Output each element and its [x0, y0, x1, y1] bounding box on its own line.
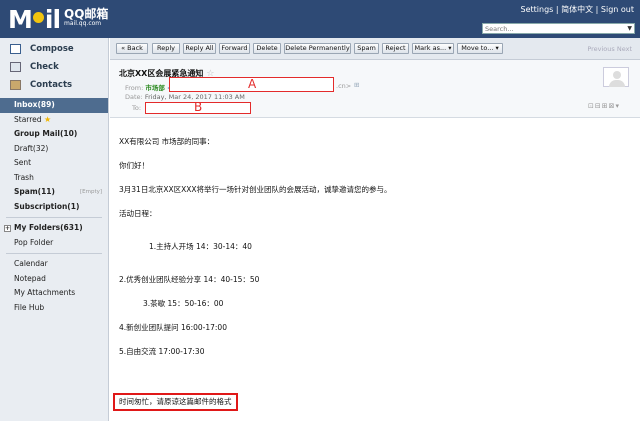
annotation-label-b: B: [194, 100, 203, 114]
contacts-button[interactable]: Contacts: [10, 76, 108, 94]
spam-button[interactable]: Spam: [354, 43, 379, 54]
group-mail-label: Group Mail(10): [14, 129, 78, 138]
search-dropdown-icon[interactable]: ▼: [627, 25, 632, 32]
logo-il: il: [44, 4, 61, 34]
date-row: Date: Friday, Mar 24, 2017 11:03 AM: [125, 93, 245, 101]
sidebar-item-starred[interactable]: Starred ★: [0, 113, 108, 128]
file-hub-label: File Hub: [14, 302, 45, 312]
sidebar: Compose Check Contacts Inbox(89) Starred…: [0, 38, 109, 421]
sidebar-actions: Compose Check Contacts: [0, 38, 108, 94]
check-icon: [10, 62, 21, 72]
top-header: M il QQ邮箱 mail.qq.com Settings | 简体中文 | …: [0, 0, 640, 38]
mark-as-dropdown[interactable]: Mark as... ▾: [412, 43, 454, 54]
body-greeting: 你们好！: [119, 161, 149, 170]
sidebar-item-sent[interactable]: Sent: [0, 156, 108, 171]
qq-mail-logo[interactable]: M il QQ邮箱 mail.qq.com: [8, 4, 109, 34]
logo-subtitle: QQ邮箱 mail.qq.com: [64, 7, 109, 29]
language-link[interactable]: 简体中文: [561, 5, 593, 14]
my-folders-label: My Folders(631): [14, 223, 83, 232]
sidebar-item-group-mail[interactable]: Group Mail(10): [0, 127, 108, 142]
format-note: 时间匆忙，请原谅这篇邮件的格式: [113, 393, 238, 411]
folder-list: Inbox(89) Starred ★ Group Mail(10) Draft…: [0, 98, 108, 315]
body-schedule-item: 5.自由交流 17:00-17:30: [119, 347, 205, 356]
back-button[interactable]: « Back: [116, 43, 148, 54]
annotation-label-a: A: [248, 77, 257, 91]
expand-toggle-icon[interactable]: +: [4, 225, 11, 232]
search-box[interactable]: ▼: [482, 23, 635, 34]
sidebar-item-spam[interactable]: Spam(11) [Empty]: [0, 185, 108, 200]
header-tool-icons[interactable]: ⊡⊟⊞⊠▾: [588, 102, 620, 110]
reply-all-button[interactable]: Reply All: [183, 43, 216, 54]
sidebar-item-my-folders[interactable]: + My Folders(631): [0, 221, 108, 236]
mail-header: 北京XX区会展紧急通知☆ From: 市场部 < A .cn> ⊞ Date: …: [110, 60, 640, 118]
settings-link[interactable]: Settings: [521, 5, 554, 14]
compose-icon: [10, 44, 21, 54]
trash-label: Trash: [14, 172, 34, 182]
body-greeting-to: XX有限公司 市场部的同事：: [119, 137, 215, 146]
from-row: From: 市场部 <: [125, 82, 172, 92]
from-label: From:: [125, 84, 144, 92]
calendar-label: Calendar: [14, 259, 48, 268]
body-schedule-item: 4.新创业团队提问 16:00-17:00: [119, 323, 227, 332]
sign-out-link[interactable]: Sign out: [601, 5, 634, 14]
logo-m: M: [8, 4, 33, 34]
search-input[interactable]: [485, 24, 625, 33]
compose-label: Compose: [30, 44, 74, 54]
spam-label: Spam(11): [14, 187, 55, 196]
compose-button[interactable]: Compose: [10, 40, 108, 58]
body-schedule-item: 1.主持人开场 14：30-14：40: [149, 242, 252, 251]
mail-body: XX有限公司 市场部的同事： 你们好！ 3月31日北京XX区XXX将举行一场针对…: [110, 118, 640, 421]
delete-button[interactable]: Delete: [253, 43, 281, 54]
sender-avatar: [603, 67, 629, 87]
sidebar-item-attachments[interactable]: My Attachments: [0, 286, 108, 301]
top-links: Settings | 简体中文 | Sign out: [520, 5, 634, 14]
body-schedule-title: 活动日程：: [119, 209, 157, 218]
notepad-label: Notepad: [14, 273, 46, 283]
logo-dot-icon: [32, 11, 44, 23]
body-schedule-item: 3.茶歇 15：50-16：00: [143, 299, 224, 308]
sidebar-divider: [6, 253, 102, 254]
sidebar-item-file-hub[interactable]: File Hub: [0, 301, 108, 316]
draft-label: Draft(32): [14, 143, 49, 153]
pop-folder-label: Pop Folder: [14, 237, 54, 247]
empty-spam-link[interactable]: [Empty]: [80, 185, 102, 200]
sidebar-item-pop-folder[interactable]: Pop Folder: [0, 236, 108, 251]
check-label: Check: [30, 62, 59, 72]
date-label: Date:: [125, 93, 143, 101]
sidebar-item-trash[interactable]: Trash: [0, 171, 108, 186]
forward-button[interactable]: Forward: [219, 43, 250, 54]
sidebar-divider: [6, 217, 102, 218]
mail-toolbar: « Back Reply Reply All Forward Delete De…: [110, 38, 640, 60]
body-schedule-item: 2.优秀创业团队经验分享 14：40-15：50: [119, 275, 260, 284]
attachments-label: My Attachments: [14, 288, 76, 297]
contacts-icon: [10, 80, 21, 90]
delete-permanently-button[interactable]: Delete Permanently: [284, 43, 351, 54]
reject-button[interactable]: Reject: [382, 43, 409, 54]
inbox-label: Inbox(89): [14, 100, 55, 109]
sender-email-suffix: .cn>: [336, 82, 352, 90]
add-contact-icon[interactable]: ⊞: [354, 81, 359, 89]
subscription-label: Subscription(1): [14, 201, 80, 211]
sidebar-item-inbox[interactable]: Inbox(89): [0, 98, 108, 113]
move-to-dropdown[interactable]: Move to... ▾: [457, 43, 503, 54]
contacts-label: Contacts: [30, 80, 73, 90]
sent-label: Sent: [14, 158, 32, 167]
sidebar-item-calendar[interactable]: Calendar: [0, 257, 108, 272]
pager[interactable]: Previous Next: [587, 45, 632, 53]
starred-label: Starred: [14, 114, 42, 124]
sidebar-item-draft[interactable]: Draft(32): [0, 142, 108, 157]
reply-button[interactable]: Reply: [152, 43, 180, 54]
body-intro: 3月31日北京XX区XXX将举行一场针对创业团队的会展活动，诚挚邀请您的参与。: [119, 185, 392, 194]
star-icon: ★: [43, 114, 52, 124]
to-label: To:: [132, 104, 142, 112]
sidebar-item-notepad[interactable]: Notepad: [0, 272, 108, 287]
check-button[interactable]: Check: [10, 58, 108, 76]
sender-name[interactable]: 市场部: [145, 84, 165, 92]
logo-cn-text: QQ邮箱: [64, 7, 109, 21]
sidebar-item-subscription[interactable]: Subscription(1): [0, 200, 108, 215]
